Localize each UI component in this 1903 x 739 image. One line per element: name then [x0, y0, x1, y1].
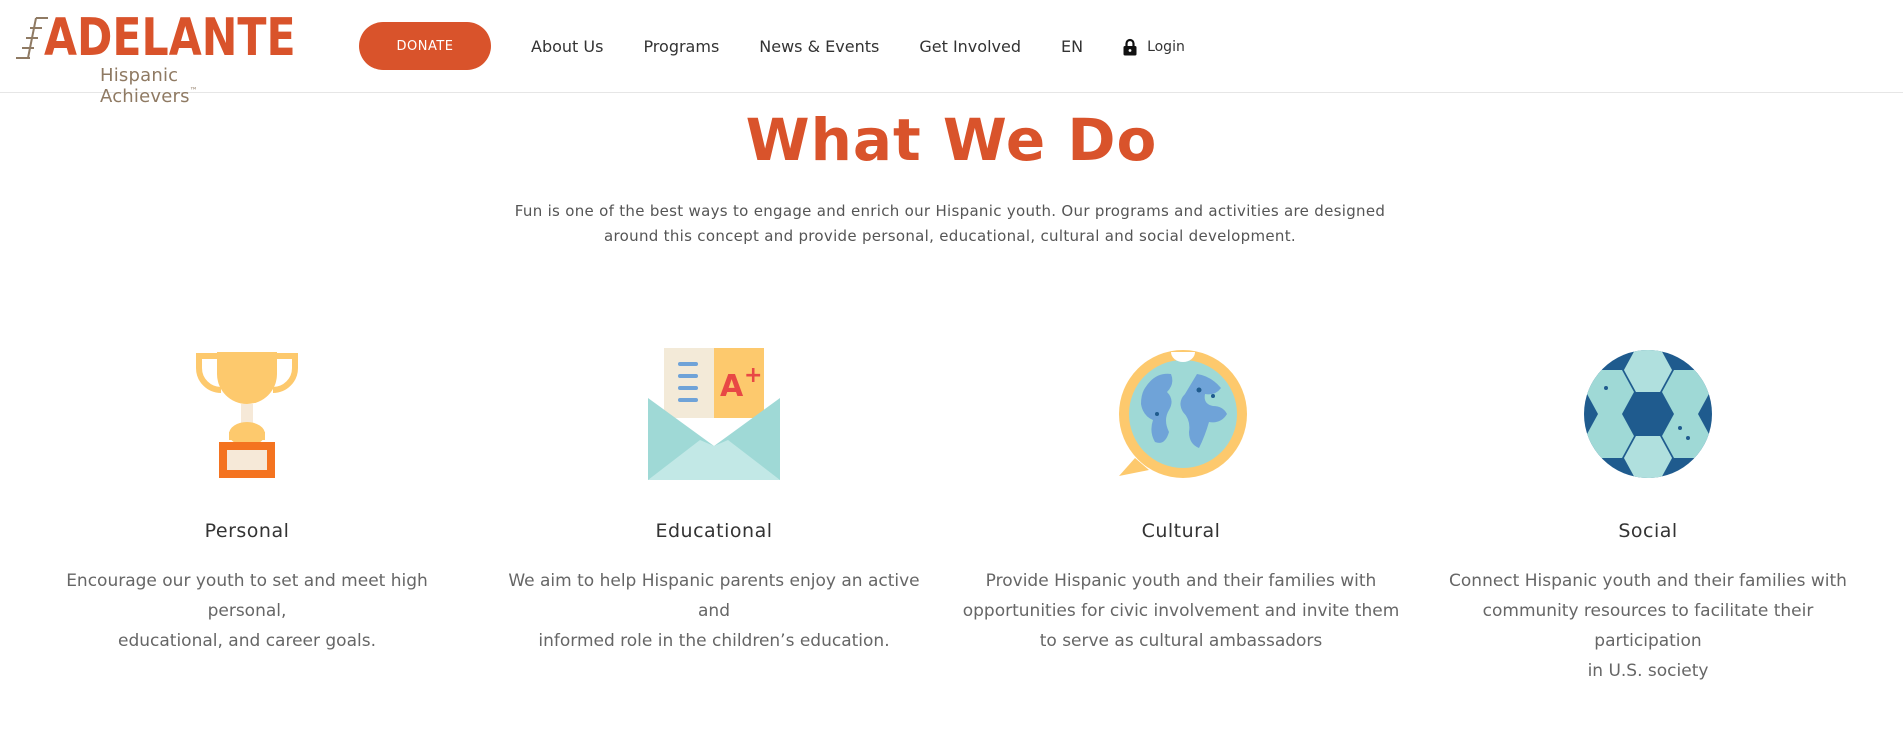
intro-paragraph: Fun is one of the best ways to engage an… — [500, 199, 1400, 249]
card-social: Social Connect Hispanic youth and their … — [1428, 348, 1868, 686]
donate-button[interactable]: DONATE — [359, 22, 491, 70]
card-text-line: Connect Hispanic youth and their familie… — [1449, 571, 1847, 591]
envelope-grade-icon: A + — [648, 348, 780, 480]
trademark-mark: ™ — [189, 86, 198, 95]
card-cultural: Cultural Provide Hispanic youth and thei… — [961, 348, 1401, 656]
lock-icon — [1123, 38, 1137, 55]
card-description: Provide Hispanic youth and their familie… — [961, 566, 1401, 656]
login-link[interactable]: Login — [1123, 38, 1185, 56]
site-header: ADELANTE Hispanic Achievers™ DONATE Abou… — [0, 0, 1903, 107]
nav-item-about-us[interactable]: About Us — [531, 37, 603, 56]
card-text-line: opportunities for civic involvement and … — [962, 601, 1400, 621]
logo-steps-icon — [16, 17, 48, 59]
card-title: Personal — [204, 520, 290, 542]
trophy-icon — [196, 352, 298, 478]
intro-line: around this concept and provide personal… — [604, 227, 1296, 245]
card-text-line: We aim to help Hispanic parents enjoy an… — [508, 571, 920, 621]
nav-item-programs[interactable]: Programs — [643, 37, 719, 56]
card-title: Educational — [655, 520, 773, 542]
logo-tagline-text: Hispanic Achievers — [100, 65, 190, 107]
card-description: Encourage our youth to set and meet high… — [27, 566, 467, 656]
card-personal: Personal Encourage our youth to set and … — [27, 348, 467, 656]
card-text-line: to serve as cultural ambassadors — [1039, 631, 1323, 651]
logo-wordmark: ADELANTE — [44, 8, 296, 68]
soccer-ball-icon — [1584, 350, 1712, 478]
card-text-line: informed role in the children’s educatio… — [538, 631, 890, 651]
language-selector[interactable]: EN — [1061, 37, 1083, 56]
card-text-line: Encourage our youth to set and meet high… — [66, 571, 428, 621]
card-title: Cultural — [1141, 520, 1221, 542]
svg-text:A: A — [720, 369, 744, 404]
logo-tagline: Hispanic Achievers™ — [100, 65, 274, 107]
globe-speech-icon — [1119, 350, 1247, 478]
card-description: We aim to help Hispanic parents enjoy an… — [494, 566, 934, 656]
nav-item-news-events[interactable]: News & Events — [759, 37, 879, 56]
card-title: Social — [1618, 520, 1678, 542]
card-educational: A + Educational We aim to help Hispanic … — [494, 348, 934, 656]
card-description: Connect Hispanic youth and their familie… — [1428, 566, 1868, 686]
card-text-line: community resources to facilitate their … — [1482, 601, 1814, 651]
svg-text:+: + — [744, 363, 762, 388]
card-text-line: educational, and career goals. — [118, 631, 376, 651]
nav-item-get-involved[interactable]: Get Involved — [919, 37, 1021, 56]
card-text-line: in U.S. society — [1587, 661, 1709, 681]
login-label: Login — [1147, 38, 1185, 55]
main-nav: About Us Programs News & Events Get Invo… — [531, 0, 1185, 93]
page-title: What We Do — [745, 106, 1158, 174]
card-text-line: Provide Hispanic youth and their familie… — [985, 571, 1377, 591]
program-cards: Personal Encourage our youth to set and … — [0, 348, 1903, 681]
adelante-logo[interactable]: ADELANTE Hispanic Achievers™ — [14, 8, 296, 107]
intro-line: Fun is one of the best ways to engage an… — [514, 202, 1386, 220]
